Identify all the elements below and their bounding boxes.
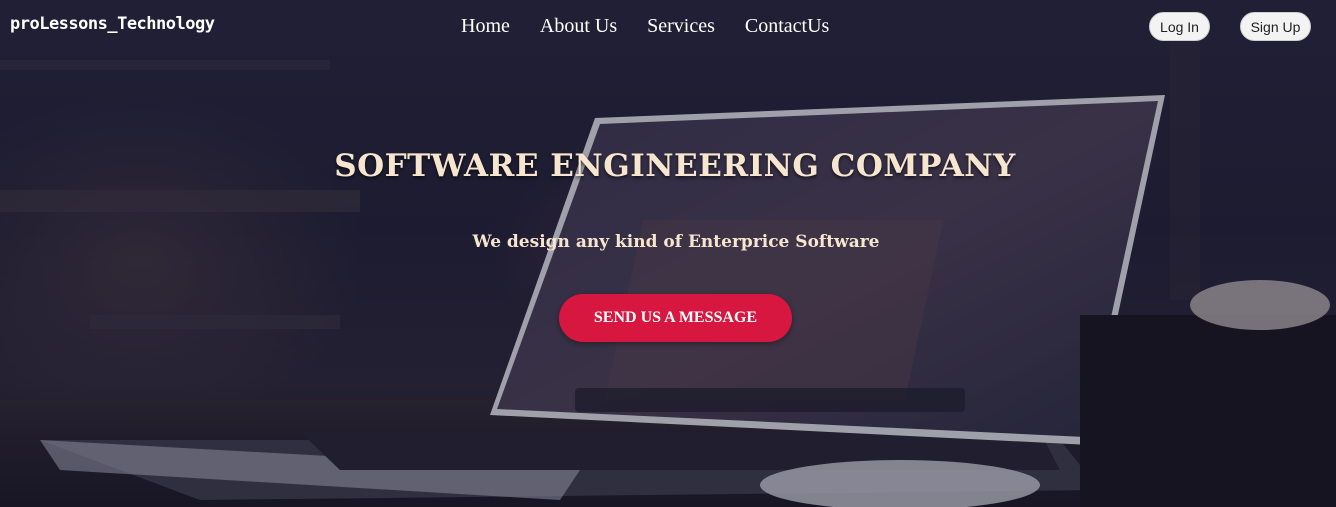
signup-button[interactable]: Sign Up (1240, 12, 1311, 41)
hero-subtitle: We design any kind of Enterprice Softwar… (472, 232, 880, 252)
nav-item-home[interactable]: Home (461, 15, 510, 38)
main-nav: Home About Us Services ContactUs (461, 15, 829, 38)
hero-title: SOFTWARE ENGINEERING COMPANY (334, 148, 1016, 184)
nav-item-contact-us[interactable]: ContactUs (745, 15, 829, 38)
send-message-button[interactable]: SEND US A MESSAGE (559, 294, 792, 342)
nav-item-about-us[interactable]: About Us (540, 15, 617, 38)
background-laptop-image (0, 0, 1336, 507)
nav-item-services[interactable]: Services (647, 15, 715, 38)
hero-section: proLessons_Technology Home About Us Serv… (0, 0, 1336, 507)
login-button[interactable]: Log In (1149, 12, 1210, 41)
brand-logo[interactable]: proLessons_Technology (10, 14, 215, 34)
